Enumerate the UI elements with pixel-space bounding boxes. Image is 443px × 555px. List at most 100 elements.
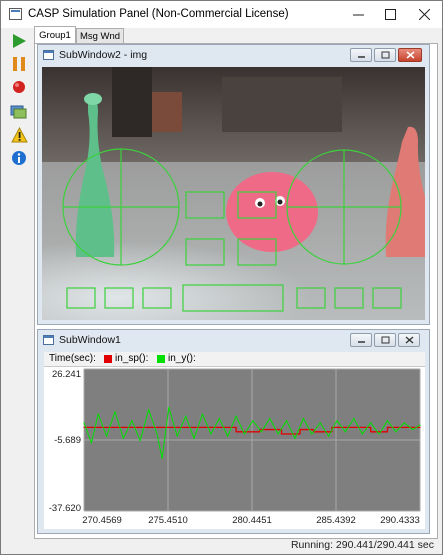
x-tick-label: 280.4451 <box>232 515 272 526</box>
data-point <box>161 457 163 460</box>
warning-button[interactable] <box>9 125 29 145</box>
app-icon <box>9 8 22 20</box>
data-point <box>151 426 153 428</box>
data-point <box>302 417 304 420</box>
data-point <box>336 420 338 422</box>
green-bowling-pin <box>84 93 102 105</box>
subwindow-plot: SubWindow1 Time(sec): in_sp(): in_y(): 2… <box>37 329 430 534</box>
data-point <box>210 433 212 435</box>
close-icon <box>406 51 414 59</box>
data-point <box>97 413 99 415</box>
restore-icon <box>381 51 389 59</box>
legend-time-label: Time(sec): <box>49 353 96 364</box>
subwindow-image: SubWindow2 - img <box>37 44 430 325</box>
legend-label: in_y(): <box>168 353 196 364</box>
data-point <box>193 437 195 440</box>
y-tick-label: 26.241 <box>52 369 81 380</box>
run-button[interactable] <box>9 31 29 51</box>
data-point <box>370 431 372 433</box>
subwindow-plot-restore-button[interactable] <box>374 333 396 347</box>
subwindow-image-minimize-button[interactable] <box>350 48 372 62</box>
data-point <box>277 433 279 435</box>
data-point <box>260 431 262 433</box>
data-point <box>299 428 301 431</box>
subwindow-image-title: SubWindow2 - img <box>59 49 148 61</box>
data-point <box>122 437 125 440</box>
legend-time-text: Time(sec): <box>49 353 96 364</box>
data-point <box>139 440 141 442</box>
layers-button[interactable] <box>9 101 29 121</box>
data-point <box>148 408 150 411</box>
data-point <box>235 431 237 433</box>
data-point <box>361 433 363 435</box>
data-point <box>319 422 321 424</box>
data-point <box>168 406 170 408</box>
subwindow-image-titlebar[interactable]: SubWindow2 - img <box>38 45 429 65</box>
legend-swatch <box>104 354 112 363</box>
data-point <box>185 415 187 417</box>
data-point <box>311 433 313 435</box>
info-icon <box>12 151 26 165</box>
data-point <box>218 417 220 420</box>
x-tick-label: 285.4392 <box>316 515 356 526</box>
tab-group1[interactable]: Group1 <box>34 26 76 44</box>
y-tick-label: -5.689 <box>54 435 81 446</box>
warning-icon <box>10 127 28 143</box>
record-button[interactable] <box>9 77 29 97</box>
legend-swatch <box>157 354 165 363</box>
minimize-icon <box>357 341 365 343</box>
line-chart: 270.4569 275.4510 280.4451 285.4392 290.4333… <box>49 368 421 526</box>
info-button[interactable] <box>9 148 29 168</box>
left-toolbar <box>1 28 35 538</box>
layers-icon <box>10 105 27 119</box>
subwindow-plot-title: SubWindow1 <box>59 334 121 346</box>
data-point <box>419 426 421 428</box>
pause-icon <box>13 57 25 71</box>
data-point <box>386 420 389 422</box>
restore-icon <box>381 336 389 344</box>
furniture <box>112 67 152 137</box>
plot-area: 270.4569 275.4510 280.4451 285.4392 290.4333… <box>44 367 425 529</box>
maximize-button[interactable] <box>373 1 407 28</box>
camera-image <box>42 67 425 320</box>
subwindow-image-restore-button[interactable] <box>374 48 396 62</box>
data-point <box>370 422 372 424</box>
data-point <box>344 431 347 433</box>
subwindow-icon <box>43 335 54 345</box>
subwindow-plot-titlebar[interactable]: SubWindow1 <box>38 330 429 350</box>
data-point <box>131 420 133 422</box>
data-point <box>105 435 108 437</box>
x-tick-label: 270.4569 <box>82 515 122 526</box>
legend-entry-in-sp: in_sp(): <box>104 353 148 364</box>
data-point <box>201 413 204 415</box>
minimize-button[interactable] <box>341 1 375 28</box>
data-point <box>331 426 333 428</box>
data-point <box>243 433 246 435</box>
data-point <box>227 435 229 437</box>
ball-eye <box>257 201 263 207</box>
data-point <box>114 411 116 413</box>
minimize-icon <box>357 56 365 58</box>
minimize-icon <box>352 14 364 16</box>
camera-scene <box>42 67 425 320</box>
data-point <box>412 428 414 431</box>
ball-eye <box>277 199 283 205</box>
subwindow-plot-minimize-button[interactable] <box>350 333 372 347</box>
data-point <box>156 433 158 435</box>
tab-msg-wnd[interactable]: Msg Wnd <box>76 28 124 44</box>
close-button[interactable] <box>407 1 441 28</box>
subwindow-icon <box>43 50 54 60</box>
data-point <box>353 417 355 420</box>
pause-button[interactable] <box>9 54 29 74</box>
data-point <box>328 435 330 437</box>
data-point <box>395 431 397 433</box>
x-tick-label: 275.4510 <box>148 515 188 526</box>
title-bar: CASP Simulation Panel (Non-Commercial Li… <box>1 1 442 28</box>
subwindow-image-close-button[interactable] <box>398 48 422 62</box>
data-point <box>419 424 421 426</box>
subwindow-plot-close-button[interactable] <box>398 333 420 347</box>
status-bar: Running: 290.441/290.441 sec <box>1 538 442 554</box>
maximize-icon <box>384 9 396 20</box>
close-icon <box>405 336 413 344</box>
data-point <box>252 420 254 422</box>
